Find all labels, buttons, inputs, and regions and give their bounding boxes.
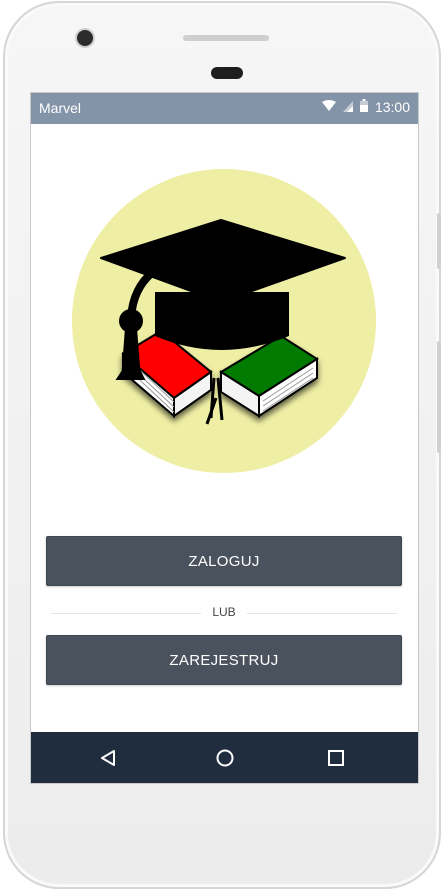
- power-button: [437, 341, 441, 453]
- navigation-bar: [31, 732, 418, 783]
- status-icons: 13:00: [321, 99, 410, 115]
- carrier-name: Marvel: [39, 100, 82, 116]
- wifi-icon: [321, 99, 336, 115]
- clock-time: 13:00: [374, 99, 410, 115]
- front-camera: [77, 30, 93, 46]
- register-button[interactable]: ZAREJESTRUJ: [46, 635, 402, 685]
- divider-text: LUB: [212, 605, 236, 619]
- proximity-sensor: [211, 67, 243, 79]
- battery-icon: [359, 99, 368, 115]
- home-icon[interactable]: [212, 745, 238, 771]
- login-button[interactable]: ZALOGUJ: [46, 536, 402, 586]
- or-divider: LUB: [51, 605, 397, 621]
- status-bar: Marvel 13:00: [31, 93, 418, 124]
- signal-icon: [342, 99, 353, 115]
- app-screen: Marvel 13:00 ZALOGUJ LUB ZAREJESTRUJ: [30, 92, 419, 784]
- graduation-logo: [71, 168, 377, 474]
- back-icon[interactable]: [95, 745, 121, 771]
- earpiece-speaker: [183, 35, 269, 41]
- volume-button: [437, 213, 441, 269]
- recents-icon[interactable]: [323, 745, 349, 771]
